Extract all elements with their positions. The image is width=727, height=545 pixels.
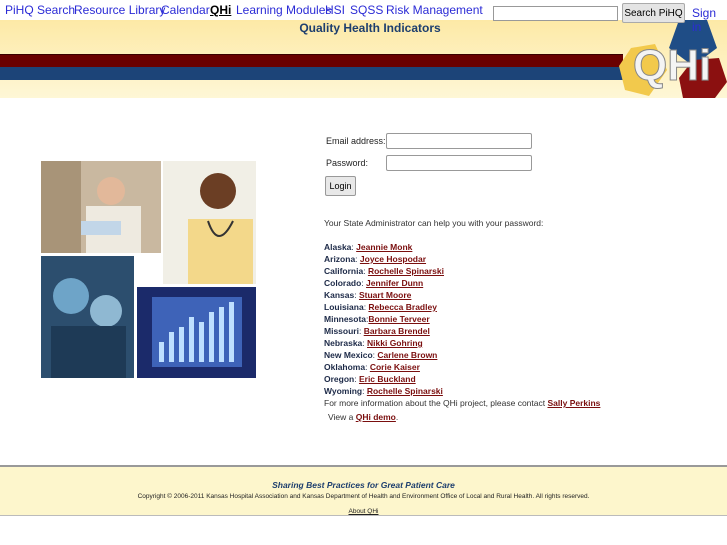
contact-link[interactable]: Sally Perkins	[547, 398, 600, 408]
state-name: Kansas	[324, 290, 355, 300]
footer-tagline: Sharing Best Practices for Great Patient…	[272, 480, 455, 490]
admin-link[interactable]: Nikki Gohring	[367, 338, 423, 348]
search-pihq-button[interactable]: Search PiHQ	[622, 3, 685, 23]
nav-hsi[interactable]: HSI	[325, 3, 345, 17]
state-admin-item: Oklahoma: Corie Kaiser	[324, 362, 420, 372]
state-name: Louisiana	[324, 302, 364, 312]
state-name: Arizona	[324, 254, 356, 264]
state-name: Minnesota	[324, 314, 367, 324]
state-name: Colorado	[324, 278, 362, 288]
admin-link[interactable]: Rochelle Spinarski	[367, 386, 443, 396]
page-title: Quality Health Indicators	[299, 21, 441, 35]
state-name: Missouri	[324, 326, 359, 336]
admin-link[interactable]: Rochelle Spinarski	[368, 266, 444, 276]
admin-link[interactable]: Jennifer Dunn	[366, 278, 423, 288]
more-info: For more information about the QHi proje…	[324, 398, 600, 408]
state-name: Oklahoma	[324, 362, 366, 372]
password-field[interactable]	[386, 155, 532, 171]
state-name: Alaska	[324, 242, 352, 252]
demo-line: View a QHi demo.	[328, 412, 398, 422]
nav-pihq-search[interactable]: PiHQ Search	[5, 3, 75, 17]
nav-sqss[interactable]: SQSS	[350, 3, 383, 17]
more-info-text: For more information about the QHi proje…	[324, 398, 548, 408]
photo-nurse-reading	[41, 161, 161, 253]
qhi-demo-link[interactable]: QHi demo	[356, 412, 396, 422]
photo-chart-monitor	[137, 287, 256, 378]
state-admin-item: New Mexico: Carlene Brown	[324, 350, 437, 360]
admin-link[interactable]: Jeannie Monk	[356, 242, 412, 252]
admin-link[interactable]: Rebecca Bradley	[368, 302, 437, 312]
admin-link[interactable]: Bonnie Terveer	[368, 314, 429, 324]
state-name: Oregon	[324, 374, 355, 384]
nav-calendar[interactable]: Calendar	[161, 3, 210, 17]
red-band	[0, 54, 623, 67]
state-admin-item: Oregon: Eric Buckland	[324, 374, 416, 384]
state-admin-item: Alaska: Jeannie Monk	[324, 242, 412, 252]
demo-prefix: View a	[328, 412, 356, 422]
state-admin-item: Arizona: Joyce Hospodar	[324, 254, 426, 264]
state-name: California	[324, 266, 364, 276]
nav-learning-modules[interactable]: Learning Modules	[236, 3, 331, 17]
admin-link[interactable]: Eric Buckland	[359, 374, 416, 384]
admin-link[interactable]: Barbara Brendel	[364, 326, 430, 336]
state-admin-item: Nebraska: Nikki Gohring	[324, 338, 423, 348]
admin-link[interactable]: Corie Kaiser	[370, 362, 420, 372]
password-label: Password:	[326, 158, 369, 168]
state-name: New Mexico	[324, 350, 373, 360]
nav-qhi[interactable]: QHi	[210, 3, 231, 17]
copyright: Copyright © 2006-2011 Kansas Hospital As…	[137, 493, 590, 500]
nav-resource-library[interactable]: Resource Library	[74, 3, 165, 17]
search-input[interactable]	[493, 6, 618, 21]
photo-surgeons	[41, 256, 134, 378]
nav-risk-management[interactable]: Risk Management	[386, 3, 483, 17]
state-admin-item: Wyoming: Rochelle Spinarski	[324, 386, 443, 396]
state-name: Wyoming	[324, 386, 363, 396]
header-banner: Quality Health Indicators	[0, 20, 727, 98]
sign-in-link[interactable]: Sign in	[692, 6, 727, 34]
demo-suffix: .	[395, 412, 399, 422]
state-admin-item: Louisiana: Rebecca Bradley	[324, 302, 437, 312]
admin-link[interactable]: Joyce Hospodar	[360, 254, 426, 264]
admin-intro: Your State Administrator can help you wi…	[324, 218, 544, 228]
admin-link[interactable]: Carlene Brown	[377, 350, 437, 360]
svg-text:QHi: QHi	[633, 41, 711, 90]
admin-link[interactable]: Stuart Moore	[359, 290, 411, 300]
login-button[interactable]: Login	[325, 176, 356, 196]
email-field[interactable]	[386, 133, 532, 149]
state-admin-item: Missouri: Barbara Brendel	[324, 326, 430, 336]
footer: Sharing Best Practices for Great Patient…	[0, 465, 727, 516]
about-qhi-link[interactable]: About QHi	[349, 508, 379, 515]
state-admin-item: California: Rochelle Spinarski	[324, 266, 444, 276]
state-name: Nebraska	[324, 338, 363, 348]
state-admin-item: Colorado: Jennifer Dunn	[324, 278, 423, 288]
state-admin-item: Minnesota:Bonnie Terveer	[324, 314, 430, 324]
state-admin-item: Kansas: Stuart Moore	[324, 290, 411, 300]
blue-band	[0, 67, 623, 80]
photo-smiling-nurse	[163, 161, 256, 284]
email-label: Email address:	[326, 136, 386, 146]
